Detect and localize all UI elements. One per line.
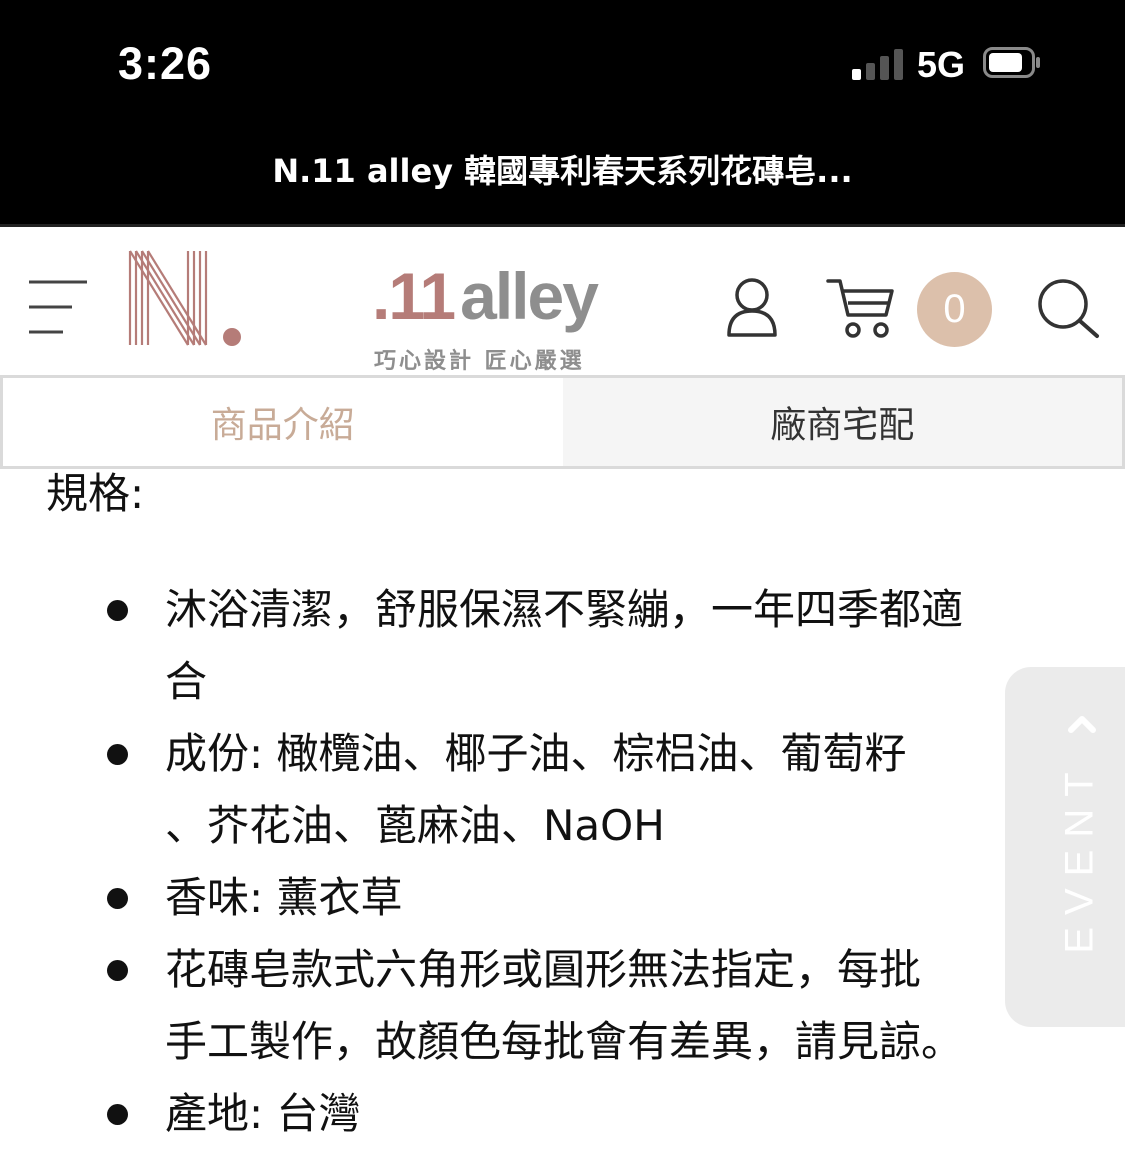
search-icon[interactable] [1035,277,1101,339]
tab-vendor-delivery[interactable]: 廠商宅配 [562,378,1125,466]
status-bar: 3:26 5G [0,0,1125,120]
status-time: 3:26 [118,38,213,89]
spec-item-style-note: 花磚皂款式六角形或圓形無法指定，每批 手工製作，故顏色每批會有差異，請見諒。 [0,934,1125,1078]
signal-icon [852,48,906,80]
product-content: 規格: 沐浴清潔，舒服保濕不緊繃，一年四季都適 合 成份: 橄欖油、椰子油、棕梠… [0,469,1125,1157]
chevron-up-icon [1068,716,1096,733]
event-label: EVENT [1057,760,1102,954]
site-header: .11alley 巧心設計 匠心嚴選 0 [0,227,1125,375]
spec-heading: 規格: [46,469,145,518]
cart-icon[interactable] [826,275,896,339]
menu-icon[interactable] [27,279,89,335]
site-logo[interactable]: .11alley 巧心設計 匠心嚴選 [126,249,599,374]
page-title: N.11 alley 韓國專利春天系列花磚皂... [272,152,853,190]
spec-item-origin: 產地: 台灣 [0,1078,1125,1150]
logo-wordmark: .11alley [372,259,599,333]
spec-item-ingredients: 成份: 橄欖油、椰子油、棕梠油、葡萄籽 、芥花油、蓖麻油、NaOH [0,718,1125,862]
event-side-tab[interactable]: EVENT [1005,667,1125,1027]
spec-list: 沐浴清潔，舒服保濕不緊繃，一年四季都適 合 成份: 橄欖油、椰子油、棕梠油、葡萄… [0,574,1125,1150]
spec-item-scent: 香味: 薰衣草 [0,862,1125,934]
cart-count-badge[interactable]: 0 [917,272,992,347]
browser-title-bar: N.11 alley 韓國專利春天系列花磚皂... [0,120,1125,227]
logo-tagline: 巧心設計 匠心嚴選 [374,349,585,374]
logo-n-mark [128,250,241,346]
network-label: 5G [917,44,966,85]
product-tabs: 商品介紹 廠商宅配 [0,375,1125,469]
tab-product-intro[interactable]: 商品介紹 [0,378,563,466]
user-icon[interactable] [725,277,779,339]
page: 3:26 5G N.11 alley 韓國專利春天系列花磚皂... .11all… [0,0,1125,1157]
battery-icon [983,47,1040,78]
spec-item-usage: 沐浴清潔，舒服保濕不緊繃，一年四季都適 合 [0,574,1125,718]
